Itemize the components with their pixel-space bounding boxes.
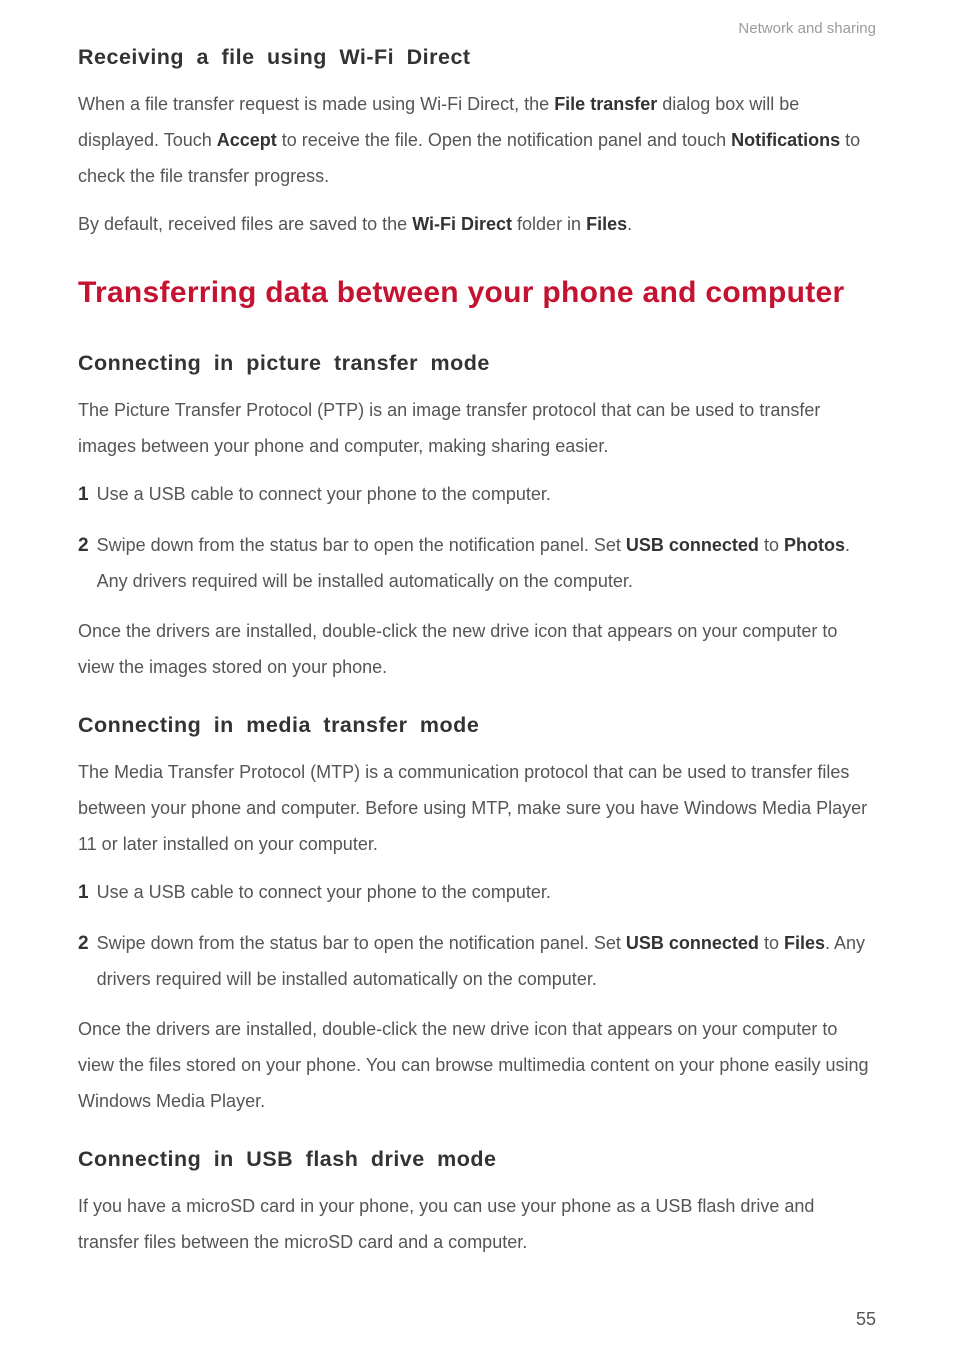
bold-text: Files <box>784 933 825 953</box>
paragraph: By default, received files are saved to … <box>78 206 876 242</box>
step-item: 2 Swipe down from the status bar to open… <box>78 925 876 997</box>
bold-text: Photos <box>784 535 845 555</box>
bold-text: Accept <box>217 130 277 150</box>
text-run: folder in <box>512 214 586 234</box>
text-run: to receive the file. Open the notificati… <box>277 130 731 150</box>
step-item: 1 Use a USB cable to connect your phone … <box>78 874 876 911</box>
running-header: Network and sharing <box>78 20 876 37</box>
text-run: to <box>759 535 784 555</box>
page-number: 55 <box>856 1309 876 1330</box>
paragraph: If you have a microSD card in your phone… <box>78 1188 876 1260</box>
step-number: 1 <box>78 874 89 911</box>
bold-text: File transfer <box>554 94 657 114</box>
text-run: By default, received files are saved to … <box>78 214 412 234</box>
step-item: 1 Use a USB cable to connect your phone … <box>78 476 876 513</box>
step-number: 1 <box>78 476 89 513</box>
heading-receiving-wifi-direct: Receiving a file using Wi-Fi Direct <box>78 45 876 70</box>
paragraph: The Picture Transfer Protocol (PTP) is a… <box>78 392 876 464</box>
step-text: Use a USB cable to connect your phone to… <box>97 476 876 513</box>
heading-transferring-data: Transferring data between your phone and… <box>78 264 876 323</box>
step-text: Swipe down from the status bar to open t… <box>97 527 876 599</box>
bold-text: Wi-Fi Direct <box>412 214 512 234</box>
step-text: Use a USB cable to connect your phone to… <box>97 874 876 911</box>
paragraph: The Media Transfer Protocol (MTP) is a c… <box>78 754 876 862</box>
step-text: Swipe down from the status bar to open t… <box>97 925 876 997</box>
text-run: to <box>759 933 784 953</box>
heading-picture-transfer-mode: Connecting in picture transfer mode <box>78 351 876 376</box>
bold-text: USB connected <box>626 535 759 555</box>
bold-text: USB connected <box>626 933 759 953</box>
text-run: Swipe down from the status bar to open t… <box>97 933 626 953</box>
text-run: Swipe down from the status bar to open t… <box>97 535 626 555</box>
step-number: 2 <box>78 527 89 599</box>
bold-text: Files <box>586 214 627 234</box>
heading-usb-flash-drive-mode: Connecting in USB flash drive mode <box>78 1147 876 1172</box>
heading-media-transfer-mode: Connecting in media transfer mode <box>78 713 876 738</box>
bold-text: Notifications <box>731 130 840 150</box>
step-number: 2 <box>78 925 89 997</box>
text-run: . <box>627 214 632 234</box>
paragraph: Once the drivers are installed, double-c… <box>78 613 876 685</box>
paragraph: Once the drivers are installed, double-c… <box>78 1011 876 1119</box>
step-item: 2 Swipe down from the status bar to open… <box>78 527 876 599</box>
text-run: When a file transfer request is made usi… <box>78 94 554 114</box>
document-page: Network and sharing Receiving a file usi… <box>0 0 954 1352</box>
paragraph: When a file transfer request is made usi… <box>78 86 876 194</box>
